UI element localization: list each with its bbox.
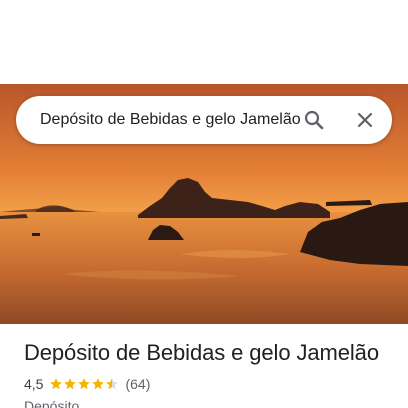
star-full-icon bbox=[92, 378, 105, 390]
search-icon bbox=[304, 110, 324, 130]
star-half-icon bbox=[106, 378, 119, 390]
rating-row[interactable]: 4,5 (64) bbox=[24, 375, 150, 393]
close-icon bbox=[357, 112, 373, 128]
rating-stars bbox=[49, 377, 119, 391]
rating-value: 4,5 bbox=[24, 376, 44, 392]
star-full-icon bbox=[64, 378, 77, 390]
star-full-icon bbox=[50, 378, 63, 390]
top-blank-area bbox=[0, 0, 408, 84]
star-full-icon bbox=[78, 378, 91, 390]
search-bar[interactable] bbox=[16, 96, 392, 144]
close-button[interactable] bbox=[349, 104, 381, 136]
place-category: Depósito bbox=[24, 398, 80, 408]
search-input[interactable] bbox=[40, 96, 304, 144]
place-title: Depósito de Bebidas e gelo Jamelão bbox=[24, 340, 379, 365]
search-button[interactable] bbox=[298, 104, 330, 136]
review-count[interactable]: (64) bbox=[125, 376, 150, 392]
